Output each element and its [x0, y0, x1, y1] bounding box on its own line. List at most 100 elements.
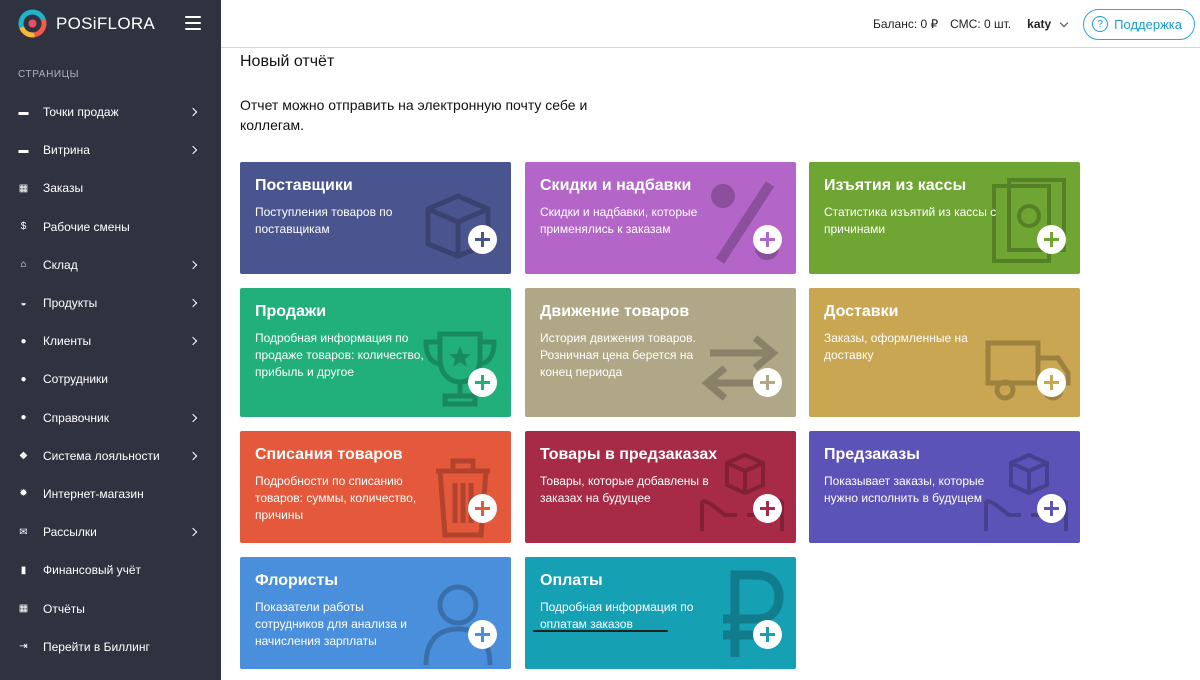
sidebar-item[interactable]: ◒ Продукты	[0, 284, 221, 322]
sidebar-item[interactable]: ▦ Отчёты	[0, 589, 221, 627]
support-button[interactable]: ? Поддержка	[1083, 8, 1195, 40]
card-description: Товары, которые добавлены в заказах на б…	[540, 474, 709, 505]
report-card[interactable]: Предзаказы Показывает заказы, которые нуж…	[809, 431, 1080, 543]
report-card[interactable]: Оплаты Подробная информация по оплатам за…	[525, 557, 796, 669]
showcase-icon: ▬	[18, 144, 29, 156]
card-description: Заказы, оформленные на доставку	[824, 331, 968, 362]
add-report-plus-icon[interactable]	[753, 225, 782, 254]
warehouse-icon: ⌂	[20, 259, 27, 271]
sidebar-item[interactable]: ⌂ Склад	[0, 246, 221, 284]
card-description: Показывает заказы, которые нужно исполни…	[824, 474, 985, 505]
logo-text: POSiFLORA	[56, 13, 156, 33]
sidebar-item[interactable]: ● Сотрудники	[0, 360, 221, 398]
sidebar-item-label: Справочник	[43, 410, 109, 425]
card-title: Скидки и надбавки	[540, 177, 692, 194]
report-card[interactable]: Флористы Показатели работы сотрудников дл…	[240, 557, 511, 669]
add-report-plus-icon[interactable]	[468, 620, 497, 649]
sidebar-nav: ▬ Точки продаж ▬ Витрина ▦ Заказы $ Рабочие сме…	[0, 93, 221, 666]
card-description: Подробная информация по оплатам заказов	[540, 600, 694, 631]
calendar-icon: ▦	[18, 182, 29, 194]
sidebar: POSiFLORA СТРАНИЦЫ ▬ Точки продаж ▬ Витрина…	[0, 0, 221, 680]
chart-icon: ▮	[20, 564, 27, 576]
gear-icon: ✹	[19, 488, 28, 500]
sidebar-item-label: Точки продаж	[43, 105, 119, 120]
report-card[interactable]: Поставщики Поступления товаров по поставщ…	[240, 162, 511, 274]
sidebar-item[interactable]: ◆ Система лояльности	[0, 437, 221, 475]
report-card[interactable]: Списания товаров Подробности по списанию …	[240, 431, 511, 543]
sidebar-item[interactable]: $ Рабочие смены	[0, 208, 221, 246]
menu-toggle-icon[interactable]	[185, 16, 201, 30]
chevron-right-icon	[188, 107, 198, 117]
report-card[interactable]: Движение товаров История движения товаров…	[525, 288, 796, 417]
card-description: Подробности по списанию товаров: суммы, …	[255, 474, 417, 522]
page-title: Новый отчёт	[240, 53, 335, 70]
sidebar-item[interactable]: ▬ Точки продаж	[0, 93, 221, 131]
sidebar-item-label: Клиенты	[43, 334, 92, 349]
sidebar-item-label: Заказы	[43, 181, 84, 196]
card-title: Доставки	[824, 303, 899, 320]
sms-text: СМС: 0 шт.	[950, 17, 1012, 31]
clients-icon: ●	[20, 335, 27, 347]
card-title: Поставщики	[255, 177, 353, 194]
billing-icon: ⇥	[19, 641, 28, 653]
chevron-right-icon	[188, 451, 198, 461]
card-description: Статистика изъятий из кассы с причинами	[824, 205, 997, 236]
add-report-plus-icon[interactable]	[753, 620, 782, 649]
chevron-right-icon	[188, 146, 198, 155]
report-card[interactable]: Товары в предзаказах Товары, которые доба…	[525, 431, 796, 543]
card-title: Предзаказы	[824, 446, 920, 463]
add-report-plus-icon[interactable]	[1037, 225, 1066, 254]
report-card[interactable]: Изъятия из кассы Статистика изъятий из ка…	[809, 162, 1080, 274]
mail-icon: ✉	[19, 526, 28, 538]
chevron-down-icon[interactable]	[1059, 18, 1069, 27]
sidebar-item-label: Сотрудники	[43, 372, 108, 387]
reports-icon: ▦	[18, 603, 29, 615]
chevron-right-icon	[188, 336, 198, 346]
sidebar-item-label: Система лояльности	[43, 448, 160, 463]
sidebar-item-label: Продукты	[43, 296, 98, 311]
sidebar-item[interactable]: ⇥ Перейти в Биллинг	[0, 628, 221, 666]
add-report-plus-icon[interactable]	[468, 225, 497, 254]
sidebar-item-label: Интернет-магазин	[43, 486, 144, 501]
user-name[interactable]: katy	[1027, 17, 1051, 31]
basket-icon: ◒	[20, 297, 27, 309]
card-description: Поступления товаров по поставщикам	[255, 205, 393, 236]
card-title: Изъятия из кассы	[824, 177, 967, 194]
add-report-plus-icon[interactable]	[753, 368, 782, 397]
sidebar-item-label: Витрина	[43, 143, 90, 158]
card-title: Продажи	[255, 303, 327, 320]
sidebar-item[interactable]: ✹ Интернет-магазин	[0, 475, 221, 513]
main-content: Новый отчёт Отчет можно отправить на эле…	[221, 49, 1200, 680]
help-icon: ●	[20, 412, 27, 424]
scroll-indicator[interactable]	[533, 630, 668, 632]
sidebar-item[interactable]: ▮ Финансовый учёт	[0, 551, 221, 589]
chevron-right-icon	[188, 413, 198, 422]
sidebar-item[interactable]: ▬ Витрина	[0, 131, 221, 169]
report-card[interactable]: Доставки Заказы, оформленные на доставку	[809, 288, 1080, 417]
add-report-plus-icon[interactable]	[1037, 494, 1066, 523]
sidebar-item-label: Перейти в Биллинг	[43, 639, 150, 654]
add-report-plus-icon[interactable]	[753, 494, 782, 523]
question-icon: ?	[1092, 16, 1109, 32]
tag-icon: ◆	[19, 450, 28, 462]
sidebar-item[interactable]: ● Справочник	[0, 399, 221, 437]
logo-row: POSiFLORA	[0, 0, 221, 47]
page-description: Отчет можно отправить на электронную поч…	[240, 97, 588, 133]
card-description: Показатели работы сотрудников для анализ…	[255, 600, 408, 648]
sidebar-section-title: СТРАНИЦЫ	[18, 69, 80, 80]
sidebar-item-label: Склад	[43, 257, 78, 272]
add-report-plus-icon[interactable]	[1037, 368, 1066, 397]
add-report-plus-icon[interactable]	[468, 368, 497, 397]
add-report-plus-icon[interactable]	[468, 494, 497, 523]
sidebar-item-label: Финансовый учёт	[43, 563, 142, 578]
report-card[interactable]: Продажи Подробная информация по продаже т…	[240, 288, 511, 417]
sidebar-item[interactable]: ▦ Заказы	[0, 169, 221, 207]
chevron-right-icon	[188, 527, 198, 537]
sidebar-item-label: Рабочие смены	[43, 219, 130, 234]
report-card[interactable]: Скидки и надбавки Скидки и надбавки, кото…	[525, 162, 796, 274]
card-title: Флористы	[255, 572, 338, 589]
card-title: Оплаты	[540, 572, 603, 589]
sidebar-item[interactable]: ✉ Рассылки	[0, 513, 221, 551]
store-icon: ▬	[18, 106, 29, 118]
sidebar-item[interactable]: ● Клиенты	[0, 322, 221, 360]
